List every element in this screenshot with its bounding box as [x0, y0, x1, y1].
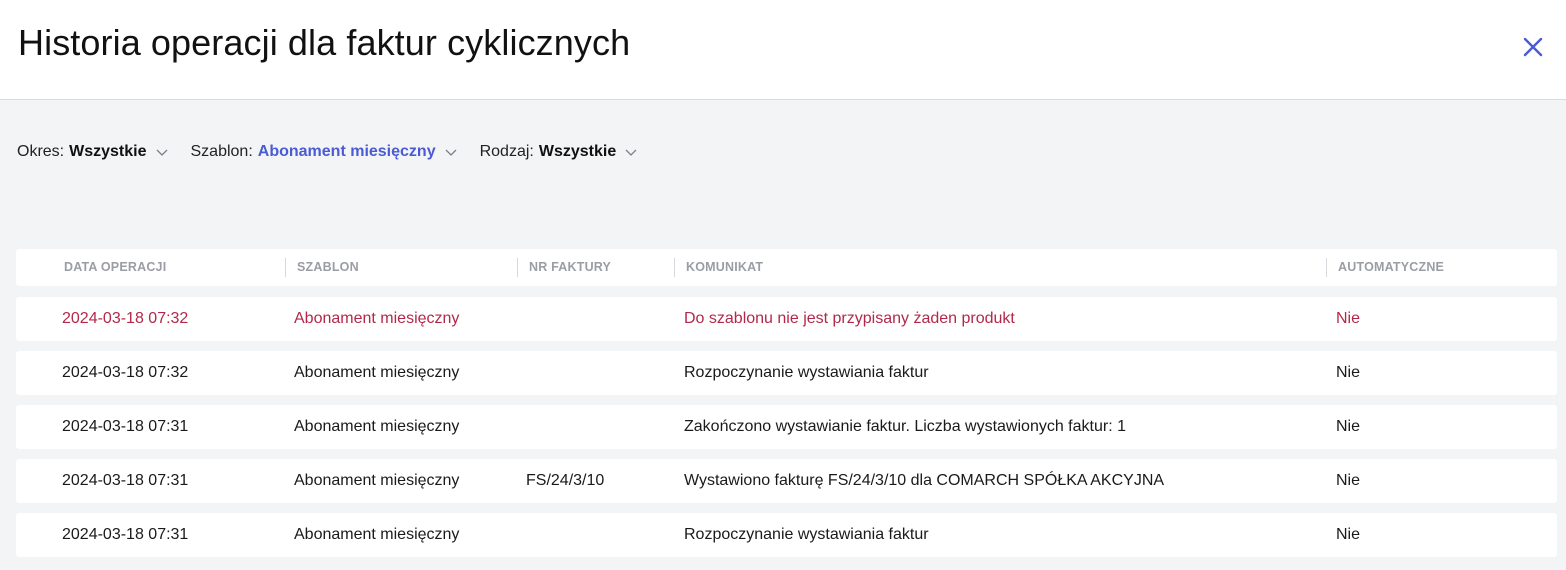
column-header-template-label: SZABLON [297, 260, 359, 274]
column-separator [1326, 258, 1327, 277]
cell-template: Abonament miesięczny [294, 526, 460, 543]
dialog-title: Historia operacji dla faktur cyklicznych [18, 22, 631, 63]
table-row[interactable]: 2024-03-18 07:31 Abonament miesięczny FS… [16, 459, 1557, 503]
column-separator [517, 258, 518, 277]
column-header-template[interactable]: SZABLON [285, 249, 359, 286]
cell-automatic: Nie [1336, 526, 1361, 543]
filter-type-label: Rodzaj: [479, 143, 534, 160]
filter-period-value: Wszystkie [69, 143, 147, 160]
cell-message: Wystawiono fakturę FS/24/3/10 dla COMARC… [684, 472, 1165, 489]
column-header-message-label: KOMUNIKAT [686, 260, 764, 274]
cell-invoice: FS/24/3/10 [526, 472, 605, 489]
cell-automatic: Nie [1336, 418, 1361, 435]
cell-message: Do szablonu nie jest przypisany żaden pr… [684, 310, 1015, 327]
cell-automatic: Nie [1336, 310, 1361, 327]
cell-message: Rozpoczynanie wystawiania faktur [684, 526, 929, 543]
filter-template-value: Abonament miesięczny [257, 143, 436, 160]
cell-message: Zakończono wystawianie faktur. Liczba wy… [684, 418, 1126, 435]
cell-template: Abonament miesięczny [294, 472, 460, 489]
column-separator [674, 258, 675, 277]
chevron-down-icon [445, 149, 457, 156]
cell-date: 2024-03-18 07:32 [62, 364, 189, 381]
column-header-automatic-label: AUTOMATYCZNE [1338, 260, 1445, 274]
column-header-invoice-label: NR FAKTURY [529, 260, 612, 274]
table-header: DATA OPERACJI SZABLON NR FAKTURY KOMUNIK… [16, 249, 1557, 286]
filter-bar: Okres: Wszystkie Szablon: Abonament mies… [17, 141, 660, 163]
cell-date: 2024-03-18 07:31 [62, 418, 189, 435]
close-icon [1523, 37, 1543, 57]
column-header-message[interactable]: KOMUNIKAT [674, 249, 764, 286]
column-separator [285, 258, 286, 277]
table-row[interactable]: 2024-03-18 07:31 Abonament miesięczny Ro… [16, 513, 1557, 557]
cell-template: Abonament miesięczny [294, 364, 460, 381]
cell-date: 2024-03-18 07:32 [62, 310, 189, 327]
cell-date: 2024-03-18 07:31 [62, 526, 189, 543]
chevron-down-icon [625, 149, 637, 156]
table-row[interactable]: 2024-03-18 07:32 Abonament miesięczny Do… [16, 297, 1557, 341]
cell-template: Abonament miesięczny [294, 310, 460, 327]
filter-period-label: Okres: [17, 143, 65, 160]
filter-type-value: Wszystkie [538, 143, 617, 160]
column-header-automatic[interactable]: AUTOMATYCZNE [1326, 249, 1445, 286]
cell-automatic: Nie [1336, 472, 1361, 489]
column-header-date[interactable]: DATA OPERACJI [64, 249, 166, 286]
close-button[interactable] [1519, 33, 1547, 61]
chevron-down-icon [156, 149, 167, 156]
filter-template-label: Szablon: [190, 143, 253, 160]
table-row[interactable]: 2024-03-18 07:31 Abonament miesięczny Za… [16, 405, 1557, 449]
filter-template[interactable]: Szablon: Abonament miesięczny [191, 143, 458, 161]
column-header-invoice[interactable]: NR FAKTURY [517, 249, 612, 286]
cell-message: Rozpoczynanie wystawiania faktur [684, 364, 929, 381]
table-row[interactable]: 2024-03-18 07:32 Abonament miesięczny Ro… [16, 351, 1557, 395]
filter-period[interactable]: Okres: Wszystkie [17, 143, 169, 161]
cell-automatic: Nie [1336, 364, 1361, 381]
dialog-header: Historia operacji dla faktur cyklicznych [0, 0, 1566, 100]
operations-table: DATA OPERACJI SZABLON NR FAKTURY KOMUNIK… [16, 249, 1557, 557]
filter-type[interactable]: Rodzaj: Wszystkie [480, 143, 639, 161]
cell-date: 2024-03-18 07:31 [62, 472, 189, 489]
cell-template: Abonament miesięczny [294, 418, 460, 435]
